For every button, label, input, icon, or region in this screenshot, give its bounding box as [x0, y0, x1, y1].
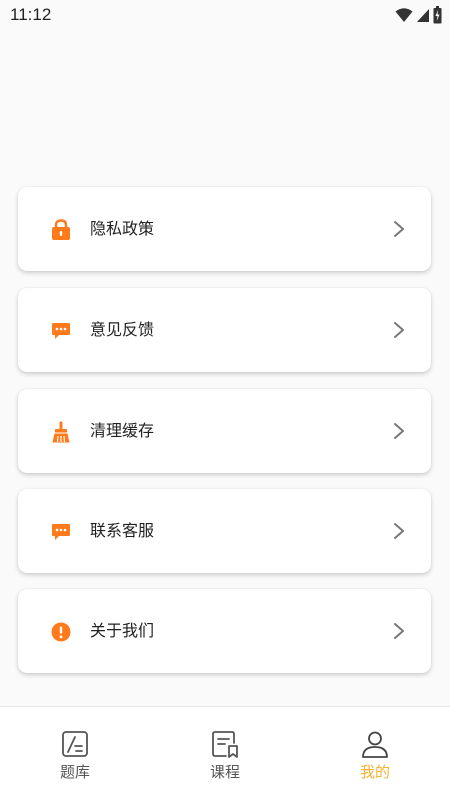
chevron-right-icon: [394, 322, 404, 338]
question-bank-icon: [62, 731, 88, 757]
menu-item-clear-cache[interactable]: 清理缓存: [18, 389, 431, 473]
info-icon: [50, 621, 72, 643]
wifi-icon: [395, 8, 413, 22]
battery-icon: [433, 6, 442, 24]
menu-item-privacy-policy[interactable]: 隐私政策: [18, 187, 431, 271]
tab-label-course: 课程: [209, 763, 240, 781]
tab-course[interactable]: 课程: [150, 707, 300, 801]
chevron-right-icon: [394, 523, 404, 539]
message-icon: [50, 320, 72, 342]
status-bar: 11:12: [0, 0, 450, 30]
bottom-tab-bar: 题库 课程 我的: [0, 706, 450, 801]
status-time: 11:12: [10, 5, 52, 24]
course-icon: [212, 731, 238, 758]
tab-question-bank[interactable]: 题库: [0, 707, 150, 801]
signal-icon: [417, 9, 429, 22]
tab-profile[interactable]: 我的: [300, 707, 450, 801]
tab-label-profile: 我的: [359, 763, 390, 781]
menu-item-contact-support[interactable]: 联系客服: [18, 489, 431, 573]
menu-label-feedback: 意见反馈: [90, 320, 155, 339]
menu-item-about-us[interactable]: 关于我们: [18, 589, 431, 673]
menu-item-feedback[interactable]: 意见反馈: [18, 288, 431, 372]
chevron-right-icon: [394, 221, 404, 237]
menu-label-privacy-policy: 隐私政策: [90, 219, 155, 238]
tab-label-question-bank: 题库: [59, 763, 90, 781]
chat-icon: [50, 521, 72, 543]
broom-icon: [50, 421, 72, 443]
chevron-right-icon: [394, 623, 404, 639]
menu-label-clear-cache: 清理缓存: [90, 421, 155, 440]
status-icons: [395, 6, 442, 24]
profile-icon: [362, 731, 388, 758]
menu-label-contact-support: 联系客服: [90, 521, 155, 540]
chevron-right-icon: [394, 423, 404, 439]
lock-icon: [50, 219, 72, 241]
menu-label-about-us: 关于我们: [90, 621, 155, 640]
